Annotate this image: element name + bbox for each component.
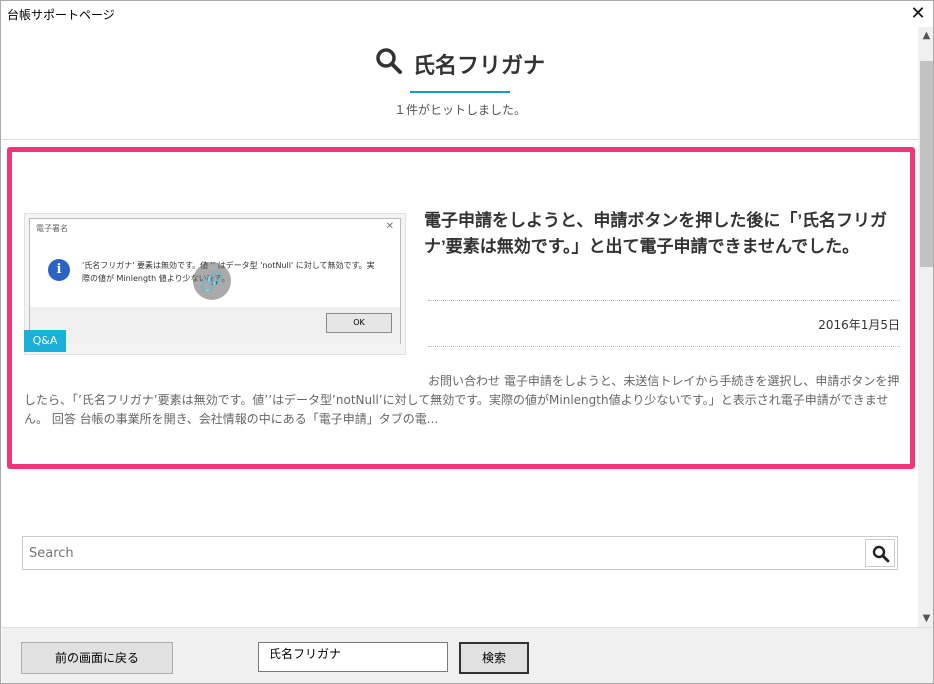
- scroll-up-icon[interactable]: ▲: [918, 27, 933, 44]
- result-excerpt: お問い合わせ 電子申請をしようと、未送信トレイから手続きを選択し、申請ボタンを押…: [24, 374, 900, 426]
- search-result-card[interactable]: 電子署名 ✕ i '氏名フリガナ' 要素は無効です。値 '' はデータ型 'no…: [7, 147, 915, 469]
- title-bar: 台帳サポートページ ✕: [1, 1, 933, 27]
- dotted-divider: [428, 300, 900, 301]
- dotted-divider: [428, 346, 900, 347]
- page-title: 氏名フリガナ: [2, 47, 918, 81]
- thumbnail-dialog-title: 電子署名: [36, 224, 68, 233]
- info-icon: i: [48, 259, 70, 281]
- link-icon[interactable]: 🔗: [193, 262, 231, 300]
- thumbnail-message: '氏名フリガナ' 要素は無効です。値 '' はデータ型 'notNull' に対…: [82, 261, 375, 283]
- search-icon: [375, 47, 403, 81]
- result-thumbnail[interactable]: 電子署名 ✕ i '氏名フリガナ' 要素は無効です。値 '' はデータ型 'no…: [24, 213, 406, 355]
- category-badge[interactable]: Q&A: [24, 330, 66, 352]
- content-area: 氏名フリガナ １件がヒットしました。 電子署名 ✕ i '氏名フリガナ' 要素は…: [2, 27, 918, 627]
- divider: [2, 139, 918, 140]
- thumbnail-dialog-footer: OK: [30, 307, 400, 344]
- scroll-thumb[interactable]: [920, 61, 933, 267]
- page-title-text: 氏名フリガナ: [413, 53, 546, 78]
- window-title: 台帳サポートページ: [7, 8, 115, 22]
- thumbnail-ok-button: OK: [326, 313, 392, 333]
- search-icon: [872, 545, 890, 563]
- search-input[interactable]: [23, 537, 865, 569]
- thumbnail-close-icon: ✕: [385, 221, 394, 232]
- bottom-toolbar: 前の画面に戻る 氏名フリガナ 検索: [2, 627, 933, 683]
- back-button[interactable]: 前の画面に戻る: [21, 642, 173, 674]
- keyword-field[interactable]: 氏名フリガナ: [258, 642, 448, 672]
- vertical-scrollbar[interactable]: ▲ ▼: [918, 27, 933, 627]
- title-underline: [410, 91, 510, 93]
- hit-count: １件がヒットしました。: [393, 103, 526, 117]
- search-button[interactable]: 検索: [459, 642, 529, 674]
- scroll-down-icon[interactable]: ▼: [918, 610, 933, 627]
- search-submit-button[interactable]: [865, 539, 895, 567]
- result-date: 2016年1月5日: [818, 318, 900, 332]
- close-icon[interactable]: ✕: [907, 3, 929, 25]
- app-window: 台帳サポートページ ✕ 氏名フリガナ １件がヒットしました。 電子署名 ✕ i …: [0, 0, 934, 684]
- result-title-link[interactable]: 電子申請をしようと、申請ボタンを押した後に「’氏名フリガナ’要素は無効です。」と…: [424, 208, 900, 260]
- search-box: [22, 536, 898, 570]
